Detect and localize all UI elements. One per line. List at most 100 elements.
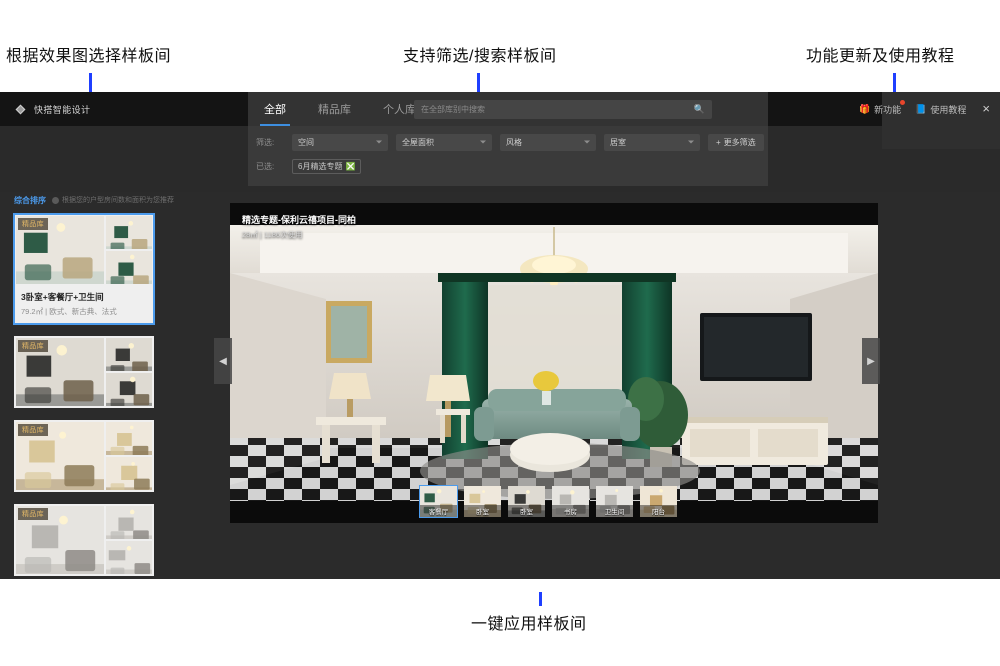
card-sub-image — [106, 541, 152, 574]
new-feature-label: 新功能 — [874, 104, 902, 115]
annotation-label-2: 功能更新及使用教程 — [806, 48, 955, 65]
filter-space-value: 空间 — [298, 137, 314, 147]
utility-cluster: 🎁 新功能 📘 使用教程 × — [859, 92, 992, 126]
card-sub-image — [106, 422, 152, 455]
more-filter-button[interactable]: + 更多筛选 — [708, 133, 764, 151]
screenshot-root: 根据效果图选择样板间 支持筛选/搜索样板间 功能更新及使用教程一键应用样板间 快搭智… — [0, 0, 1000, 666]
card-sub-image — [106, 457, 152, 490]
card-main-image: 精品库 — [16, 422, 104, 490]
card-main-image: 精品库 — [16, 506, 104, 574]
annotation-label-1: 支持筛选/搜索样板间 — [403, 48, 557, 65]
room-thumbnail[interactable]: 卧室 — [508, 486, 545, 517]
info-icon — [52, 196, 59, 204]
card-subtitle: 79.2㎡ | 欧式、新古典、法式 — [21, 307, 117, 316]
filter-rooms[interactable]: 居室 — [604, 133, 700, 151]
card-thumbnails: 精品库 — [14, 336, 154, 408]
sort-hint: 根据您的户型房间数和面积为您推荐 — [52, 195, 174, 205]
card-sub-image — [106, 251, 152, 284]
chevron-down-icon — [480, 140, 486, 144]
card-side-images — [106, 216, 152, 284]
template-card[interactable]: 精品库 — [14, 420, 154, 492]
filter-space[interactable]: 空间 — [292, 133, 388, 151]
search-icon[interactable]: 🔍 — [694, 104, 705, 115]
filter-area[interactable]: 全屋面积 — [396, 133, 492, 151]
selected-label: 已选: — [256, 161, 275, 171]
chevron-left-icon[interactable]: ◀ — [214, 338, 232, 384]
card-title: 3卧室+客餐厅+卫生间 — [21, 292, 104, 302]
template-card-list: 精品库 3卧室+客餐厅+卫生间 79.2㎡ | 欧式、新古典、法式 精品库 精品… — [0, 208, 214, 579]
chevron-down-icon — [584, 140, 590, 144]
annotation-label-3: 一键应用样板间 — [471, 616, 587, 633]
premium-badge: 精品库 — [18, 340, 48, 352]
gift-icon: 🎁 — [858, 103, 871, 114]
room-thumbnail[interactable]: 客餐厅 — [419, 485, 458, 518]
room-thumbnail-label: 客餐厅 — [420, 505, 457, 517]
close-icon[interactable]: × — [980, 102, 992, 117]
room-thumbnail-label: 卧室 — [464, 505, 501, 517]
filter-rows: 筛选: 空间 全屋面积 风格 居室 + 更多筛选 已选: 6月精选专题 ❎ — [248, 130, 768, 178]
notification-badge — [900, 99, 906, 105]
filter-label: 筛选: — [256, 137, 275, 147]
preview-stage: 精选专题-保利云禧项目-同柏 28㎡ | 1186次使用 客餐厅 卧室 卧室 书… — [230, 203, 878, 523]
filter-style-value: 风格 — [506, 137, 522, 147]
brand: 快搭智能设计 — [14, 92, 90, 126]
template-card[interactable]: 精品库 — [14, 504, 154, 576]
more-filter-label: 更多筛选 — [723, 137, 756, 147]
annotation-label-0: 根据效果图选择样板间 — [6, 48, 172, 65]
search-input[interactable] — [421, 105, 694, 114]
library-filter-panel: 全部 精品库 个人库 🔍 筛选: 空间 全屋面积 — [248, 92, 768, 186]
card-side-images — [106, 506, 152, 574]
card-thumbnails: 精品库 — [14, 420, 154, 492]
filter-style[interactable]: 风格 — [500, 133, 596, 151]
annotation-line-3 — [539, 592, 542, 606]
card-side-images — [106, 338, 152, 406]
filter-rooms-value: 居室 — [610, 137, 626, 147]
card-sub-image — [106, 373, 152, 406]
chevron-right-icon[interactable]: ▶ — [862, 338, 880, 384]
room-thumbnail-label: 卫生间 — [596, 505, 633, 517]
premium-badge: 精品库 — [18, 424, 48, 436]
room-thumbnail[interactable]: 卧室 — [464, 486, 501, 517]
card-sub-image — [106, 506, 152, 539]
room-thumbnail[interactable]: 卫生间 — [596, 486, 633, 517]
sort-hint-text: 根据您的户型房间数和面积为您推荐 — [62, 197, 174, 204]
sort-mode[interactable]: 综合排序 — [14, 195, 46, 206]
tab-premium[interactable]: 精品库 — [302, 92, 367, 126]
chevron-down-icon — [688, 140, 694, 144]
card-sub-image — [106, 216, 152, 249]
card-thumbnails: 精品库 — [14, 504, 154, 576]
search-box[interactable]: 🔍 — [414, 100, 712, 119]
template-sidebar[interactable]: 综合排序 根据您的户型房间数和面积为您推荐 精品库 3卧室+客餐厅+卫生间 79… — [0, 192, 214, 579]
card-side-images — [106, 422, 152, 490]
preview-subtitle: 28㎡ | 1186次使用 — [242, 230, 303, 239]
library-tabs: 全部 精品库 个人库 🔍 — [248, 92, 768, 126]
brand-name: 快搭智能设计 — [34, 104, 91, 115]
room-thumbnail-label: 阳台 — [640, 505, 677, 517]
template-card[interactable]: 精品库 — [14, 336, 154, 408]
diamond-icon — [14, 103, 27, 116]
filter-row: 筛选: 空间 全屋面积 风格 居室 + 更多筛选 — [248, 130, 768, 154]
render-image — [230, 203, 878, 523]
sort-header: 综合排序 根据您的户型房间数和面积为您推荐 — [0, 192, 214, 208]
chevron-down-icon — [376, 140, 382, 144]
selected-chip[interactable]: 6月精选专题 ❎ — [292, 158, 362, 174]
selected-chip-label: 6月精选专题 — [298, 161, 343, 171]
new-feature-button[interactable]: 🎁 新功能 — [858, 99, 906, 116]
card-main-image: 精品库 — [16, 338, 104, 406]
preview-title: 精选专题-保利云禧项目-同柏 — [242, 215, 356, 225]
tab-all[interactable]: 全部 — [248, 92, 302, 126]
room-thumbnail-strip: 客餐厅 卧室 卧室 书房 卫生间 阳台 — [419, 485, 677, 518]
room-thumbnail[interactable]: 书房 — [552, 486, 589, 517]
premium-badge: 精品库 — [18, 508, 48, 520]
book-icon: 📘 — [915, 103, 927, 114]
selected-row: 已选: 6月精选专题 ❎ — [248, 154, 768, 178]
close-circle-icon[interactable]: ❎ — [345, 162, 355, 171]
app-window: 快搭智能设计 🎁 新功能 📘 使用教程 × 全部 精品库 个人库 在全部库别中搜… — [0, 92, 1000, 579]
room-thumbnail-label: 卧室 — [508, 505, 545, 517]
tutorial-button[interactable]: 📘 使用教程 — [915, 103, 966, 116]
preview-panel: 精选专题-保利云禧项目-同柏 28㎡ | 1186次使用 客餐厅 卧室 卧室 书… — [214, 192, 1000, 579]
room-thumbnail[interactable]: 阳台 — [640, 486, 677, 517]
template-card[interactable]: 精品库 3卧室+客餐厅+卫生间 79.2㎡ | 欧式、新古典、法式 — [13, 213, 155, 325]
plus-icon: + — [716, 137, 721, 147]
room-thumbnail-label: 书房 — [552, 505, 589, 517]
